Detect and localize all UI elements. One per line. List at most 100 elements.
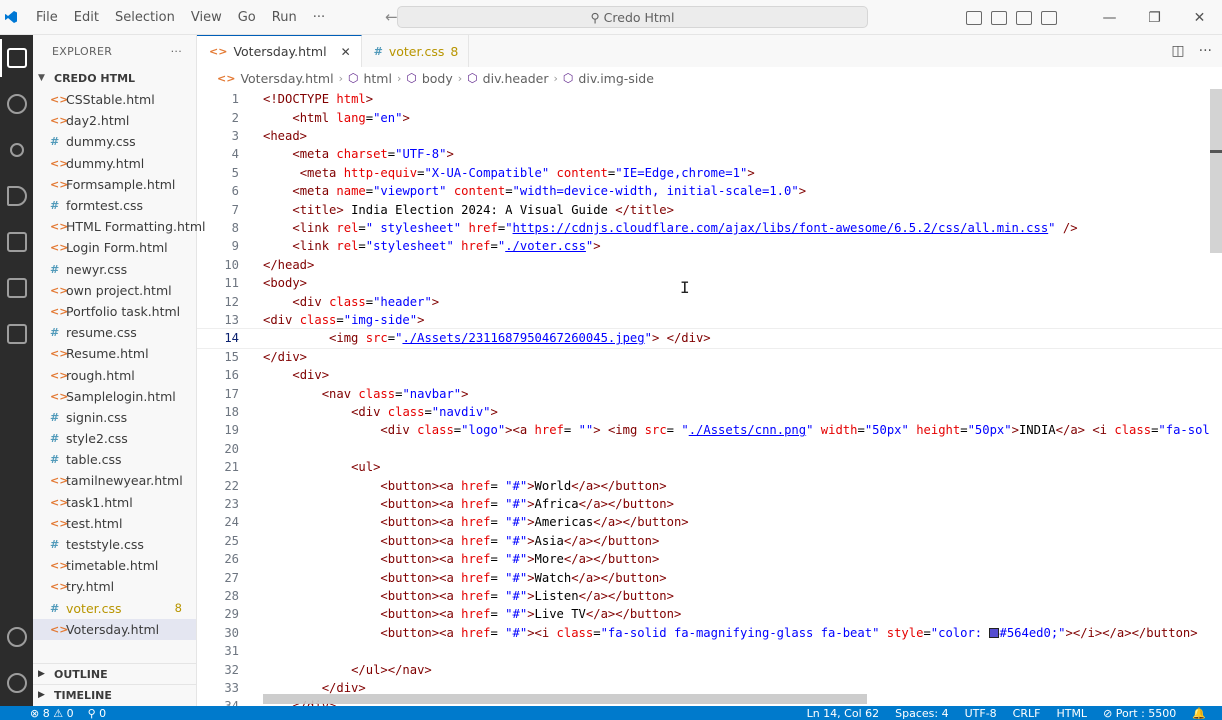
file-item[interactable]: <> rough.html [33, 364, 196, 385]
code-line[interactable]: 3 <head> [197, 127, 1222, 145]
file-item[interactable]: <> day2.html [33, 110, 196, 131]
breadcrumb-html[interactable]: html [363, 71, 391, 86]
remote-explorer-activity[interactable] [0, 265, 33, 311]
toggle-panel-icon[interactable] [991, 10, 1007, 25]
tab-voter-css[interactable]: # voter.css 8 [362, 35, 470, 67]
code-line[interactable]: 23 <button><a href= "#">Africa</a></butt… [197, 495, 1222, 513]
accounts-activity[interactable] [0, 614, 33, 660]
extensions-activity[interactable] [0, 219, 33, 265]
code-line[interactable]: 18 <div class="navdiv"> [197, 403, 1222, 421]
file-item[interactable]: <> dummy.html [33, 153, 196, 174]
file-item[interactable]: # teststyle.css [33, 534, 196, 555]
panel-activity[interactable] [0, 311, 33, 357]
menu-go[interactable]: Go [230, 0, 264, 35]
code-line[interactable]: 16 <div> [197, 366, 1222, 384]
code-line[interactable]: 11 <body> [197, 274, 1222, 292]
file-item[interactable]: <> Votersday.html [33, 618, 196, 640]
code-line[interactable]: 30 <button><a href= "#"><i class="fa-sol… [197, 624, 1222, 642]
file-item[interactable]: # newyr.css [33, 259, 196, 280]
code-line[interactable]: 19 <div class="logo"><a href= ""> <img s… [197, 421, 1222, 439]
code-line[interactable]: 32 </ul></nav> [197, 660, 1222, 678]
toggle-secondary-sidebar-icon[interactable] [1016, 10, 1032, 25]
horizontal-scrollbar[interactable] [263, 694, 867, 704]
file-item[interactable]: <> tamilnewyear.html [33, 470, 196, 491]
menu-run[interactable]: Run [264, 0, 305, 35]
file-item[interactable]: # formtest.css [33, 195, 196, 216]
file-item[interactable]: <> own project.html [33, 280, 196, 301]
indentation[interactable]: Spaces: 4 [895, 707, 948, 720]
file-item[interactable]: <> try.html [33, 576, 196, 597]
code-line[interactable]: 2 <html lang="en"> [197, 108, 1222, 126]
manage-activity[interactable] [0, 660, 33, 706]
run-debug-activity[interactable] [0, 173, 33, 219]
outline-section[interactable]: ▶ OUTLINE [33, 663, 197, 684]
file-item[interactable]: <> Resume.html [33, 343, 196, 364]
code-line[interactable]: 24 <button><a href= "#">Americas</a></bu… [197, 513, 1222, 531]
code-line[interactable]: 6 <meta name="viewport" content="width=d… [197, 182, 1222, 200]
file-item[interactable]: <> Portfolio task.html [33, 301, 196, 322]
file-item[interactable]: # voter.css 8 [33, 598, 196, 619]
menu-more[interactable]: ··· [305, 0, 333, 35]
close-window-button[interactable]: ✕ [1177, 10, 1222, 26]
close-icon[interactable]: ✕ [341, 45, 351, 59]
file-item[interactable]: <> Samplelogin.html [33, 386, 196, 407]
code-line[interactable]: 31 [197, 642, 1222, 660]
code-line[interactable]: 1 <!DOCTYPE html> [197, 90, 1222, 108]
live-server-port[interactable]: ⊘ Port : 5500 [1103, 707, 1176, 720]
line-ending[interactable]: CRLF [1013, 707, 1041, 720]
menu-selection[interactable]: Selection [107, 0, 183, 35]
minimize-button[interactable]: — [1087, 10, 1132, 26]
code-line[interactable]: 29 <button><a href= "#">Live TV</a></but… [197, 605, 1222, 623]
problems-status[interactable]: ⊗ 8 ⚠ 0 [30, 707, 74, 720]
command-center-search[interactable]: ⚲ Credo Html [397, 6, 868, 28]
code-line[interactable]: 13 <div class="img-side"> [197, 311, 1222, 329]
file-item[interactable]: <> task1.html [33, 492, 196, 513]
menu-edit[interactable]: Edit [66, 0, 107, 35]
code-line[interactable]: 25 <button><a href= "#">Asia</a></button… [197, 532, 1222, 550]
cursor-position[interactable]: Ln 14, Col 62 [807, 707, 880, 720]
source-control-activity[interactable] [0, 127, 33, 173]
code-line[interactable]: 9 <link rel="stylesheet" href="./voter.c… [197, 237, 1222, 255]
more-actions-icon[interactable]: ··· [171, 45, 182, 58]
file-item[interactable]: # signin.css [33, 407, 196, 428]
code-line[interactable]: 7 <title> India Election 2024: A Visual … [197, 200, 1222, 218]
file-item[interactable]: # style2.css [33, 428, 196, 449]
file-item[interactable]: <> CSStable.html [33, 89, 196, 110]
file-item[interactable]: # dummy.css [33, 131, 196, 152]
file-item[interactable]: # table.css [33, 449, 196, 470]
menu-view[interactable]: View [183, 0, 230, 35]
code-line[interactable]: 4 <meta charset="UTF-8"> [197, 145, 1222, 163]
bell-icon[interactable]: 🔔 [1192, 707, 1206, 720]
split-editor-icon[interactable]: ◫ [1171, 43, 1184, 59]
code-line[interactable]: 12 <div class="header"> [197, 292, 1222, 310]
tab-votersday-html[interactable]: <> Votersday.html ✕ [197, 35, 362, 67]
file-item[interactable]: <> timetable.html [33, 555, 196, 576]
code-line[interactable]: 21 <ul> [197, 458, 1222, 476]
vertical-scrollbar[interactable] [1210, 89, 1222, 253]
restore-button[interactable]: ❐ [1132, 10, 1177, 26]
workspace-folder[interactable]: ▼ CREDO HTML [33, 67, 196, 89]
code-line[interactable]: 10 </head> [197, 256, 1222, 274]
file-item[interactable]: <> Formsample.html [33, 174, 196, 195]
breadcrumb-body[interactable]: body [422, 71, 453, 86]
file-item[interactable]: # resume.css [33, 322, 196, 343]
toggle-sidebar-icon[interactable] [966, 10, 982, 25]
code-line[interactable]: 15 </div> [197, 348, 1222, 366]
search-activity[interactable] [0, 81, 33, 127]
code-line[interactable]: 27 <button><a href= "#">Watch</a></butto… [197, 568, 1222, 586]
language-mode[interactable]: HTML [1056, 707, 1087, 720]
file-item[interactable]: <> test.html [33, 513, 196, 534]
code-line[interactable]: 28 <button><a href= "#">Listen</a></butt… [197, 587, 1222, 605]
code-line[interactable]: 8 <link rel=" stylesheet" href="https://… [197, 219, 1222, 237]
file-item[interactable]: <> HTML Formatting.html [33, 216, 205, 237]
code-editor[interactable]: 1 <!DOCTYPE html> 2 <html lang="en"> 3 <head… [197, 89, 1222, 706]
ports-status[interactable]: ⚲ 0 [88, 707, 107, 720]
customize-layout-icon[interactable] [1041, 10, 1057, 25]
code-line[interactable]: 17 <nav class="navbar"> [197, 384, 1222, 402]
breadcrumb-div-header[interactable]: div.header [483, 71, 549, 86]
more-actions-icon[interactable]: ··· [1199, 43, 1212, 59]
timeline-section[interactable]: ▶ TIMELINE [33, 684, 197, 705]
code-line[interactable]: 5 <meta http-equiv="X-UA-Compatible" con… [197, 164, 1222, 182]
breadcrumb-file[interactable]: Votersday.html [240, 71, 333, 86]
breadcrumb-div-img-side[interactable]: div.img-side [578, 71, 654, 86]
